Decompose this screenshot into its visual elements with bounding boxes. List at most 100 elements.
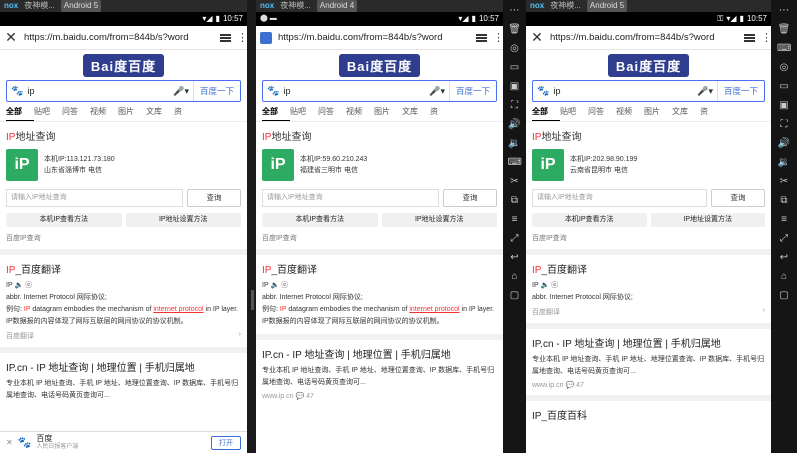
tab-video[interactable]: 视频: [346, 106, 374, 117]
ip-query-input[interactable]: 请输入IP地址查询: [6, 189, 183, 207]
speaker-icon[interactable]: 🔈 ⓔ: [540, 282, 558, 289]
screenshot-icon[interactable]: ✂: [508, 175, 522, 189]
more-icon[interactable]: ⋯: [508, 4, 522, 18]
location-icon[interactable]: ◎: [508, 42, 522, 56]
url-field[interactable]: https://m.baidu.com/from=844b/s?word: [550, 32, 738, 43]
tab-image[interactable]: 图片: [374, 106, 402, 117]
tab-more[interactable]: 资: [430, 106, 458, 117]
scrollbar-thumb[interactable]: [251, 290, 254, 310]
tab-image[interactable]: 图片: [118, 106, 146, 117]
microphone-icon[interactable]: 🎤▾: [693, 86, 717, 97]
tab-image[interactable]: 图片: [644, 106, 672, 117]
result-title[interactable]: IP.cn - IP 地址查询 | 地理位置 | 手机归属地: [262, 346, 497, 361]
tab-tieba[interactable]: 贴吧: [290, 106, 318, 117]
more-icon[interactable]: ⋯: [777, 4, 791, 18]
result-title[interactable]: IP_百度翻译: [532, 261, 765, 276]
ip-query-input[interactable]: 请输入IP地址查询: [532, 189, 707, 207]
search-input[interactable]: ip: [553, 86, 693, 96]
result-title[interactable]: IP.cn - IP 地址查询 | 地理位置 | 手机归属地: [6, 359, 241, 374]
card-title[interactable]: IP地址查询: [6, 128, 241, 143]
tab-tieba[interactable]: 贴吧: [560, 106, 588, 117]
tab-video[interactable]: 视频: [616, 106, 644, 117]
more-menu-icon[interactable]: ⋮: [237, 31, 247, 44]
recent-icon[interactable]: ▢: [777, 289, 791, 303]
query-button[interactable]: 查询: [443, 189, 497, 207]
resize-icon[interactable]: ⤢: [508, 232, 522, 246]
close-icon[interactable]: ✕: [6, 438, 13, 447]
trash-icon[interactable]: 🗑: [777, 23, 791, 37]
microphone-icon[interactable]: 🎤▾: [169, 86, 193, 97]
ip-setting-method-button[interactable]: IP地址设置方法: [125, 213, 241, 227]
local-ip-method-button[interactable]: 本机IP查看方法: [532, 213, 647, 227]
location-icon[interactable]: ◎: [777, 61, 791, 75]
search-button[interactable]: 百度一下: [716, 81, 764, 101]
volume-up-icon[interactable]: 🔊: [508, 118, 522, 132]
search-button[interactable]: 百度一下: [192, 81, 240, 101]
back-icon[interactable]: ↩: [508, 251, 522, 265]
home-icon[interactable]: ⌂: [777, 270, 791, 284]
search-input[interactable]: ip: [283, 86, 425, 96]
tab-all[interactable]: 全部: [262, 102, 290, 121]
screenshot-icon[interactable]: ✂: [777, 175, 791, 189]
tab-all[interactable]: 全部: [6, 102, 34, 121]
card-title[interactable]: IP地址查询: [532, 128, 765, 143]
query-button[interactable]: 查询: [187, 189, 241, 207]
microphone-icon[interactable]: 🎤▾: [425, 86, 449, 97]
recent-icon[interactable]: ▢: [508, 289, 522, 303]
tabs-icon[interactable]: [220, 33, 231, 42]
more-menu-icon[interactable]: ⋮: [761, 31, 771, 44]
result-title[interactable]: IP_百度百科: [532, 407, 765, 422]
card-title[interactable]: IP地址查询: [262, 128, 497, 143]
tab-wenku[interactable]: 文库: [146, 106, 174, 117]
url-field[interactable]: https://m.baidu.com/from=844b/s?word: [278, 32, 470, 43]
resize-icon[interactable]: ⤢: [777, 232, 791, 246]
ip-setting-method-button[interactable]: IP地址设置方法: [381, 213, 497, 227]
volume-down-icon[interactable]: 🔉: [777, 156, 791, 170]
ip-query-input[interactable]: 请输入IP地址查询: [262, 189, 439, 207]
tab-qa[interactable]: 问答: [62, 106, 90, 117]
screen-icon[interactable]: ▭: [777, 80, 791, 94]
tab-qa[interactable]: 问答: [588, 106, 616, 117]
url-field[interactable]: https://m.baidu.com/from=844b/s?word: [24, 32, 214, 43]
tabs-icon[interactable]: [744, 33, 755, 42]
chevron-right-icon[interactable]: ›: [763, 307, 765, 317]
search-button[interactable]: 百度一下: [448, 81, 496, 101]
volume-up-icon[interactable]: 🔊: [777, 137, 791, 151]
speaker-icon[interactable]: 🔈 ⓔ: [270, 282, 288, 289]
tabs-icon[interactable]: [476, 33, 487, 42]
back-icon[interactable]: ↩: [777, 251, 791, 265]
trash-icon[interactable]: 🗑: [508, 23, 522, 37]
chevron-right-icon[interactable]: ›: [239, 331, 241, 341]
tab-more[interactable]: 资: [174, 106, 202, 117]
volume-down-icon[interactable]: 🔉: [508, 137, 522, 151]
local-ip-method-button[interactable]: 本机IP查看方法: [6, 213, 122, 227]
keyboard-icon[interactable]: ⌨: [777, 42, 791, 56]
screen-icon[interactable]: ▭: [508, 61, 522, 75]
fullscreen-icon[interactable]: ⛶: [508, 99, 522, 113]
keyboard-icon[interactable]: ⌨: [508, 156, 522, 170]
result-title[interactable]: IP_百度翻译: [6, 261, 241, 276]
apk-icon[interactable]: ▣: [508, 80, 522, 94]
menu-icon[interactable]: ≡: [508, 213, 522, 227]
tab-tieba[interactable]: 贴吧: [34, 106, 62, 117]
query-button[interactable]: 查询: [711, 189, 765, 207]
close-icon[interactable]: ✕: [4, 29, 18, 46]
ip-setting-method-button[interactable]: IP地址设置方法: [650, 213, 765, 227]
tab-wenku[interactable]: 文库: [402, 106, 430, 117]
tab-wenku[interactable]: 文库: [672, 106, 700, 117]
multi-instance-icon[interactable]: ⧉: [777, 194, 791, 208]
search-input[interactable]: ip: [27, 86, 169, 96]
tab-more[interactable]: 资: [700, 106, 728, 117]
home-icon[interactable]: ⌂: [508, 270, 522, 284]
tab-video[interactable]: 视频: [90, 106, 118, 117]
result-title[interactable]: IP.cn - IP 地址查询 | 地理位置 | 手机归属地: [532, 335, 765, 350]
more-menu-icon[interactable]: ⋮: [493, 31, 503, 44]
apk-icon[interactable]: ▣: [777, 99, 791, 113]
local-ip-method-button[interactable]: 本机IP查看方法: [262, 213, 378, 227]
speaker-icon[interactable]: 🔈 ⓔ: [14, 282, 32, 289]
open-app-button[interactable]: 打开: [211, 435, 241, 450]
multi-instance-icon[interactable]: ⧉: [508, 194, 522, 208]
close-icon[interactable]: ✕: [530, 29, 544, 46]
fullscreen-icon[interactable]: ⛶: [777, 118, 791, 132]
menu-icon[interactable]: ≡: [777, 213, 791, 227]
